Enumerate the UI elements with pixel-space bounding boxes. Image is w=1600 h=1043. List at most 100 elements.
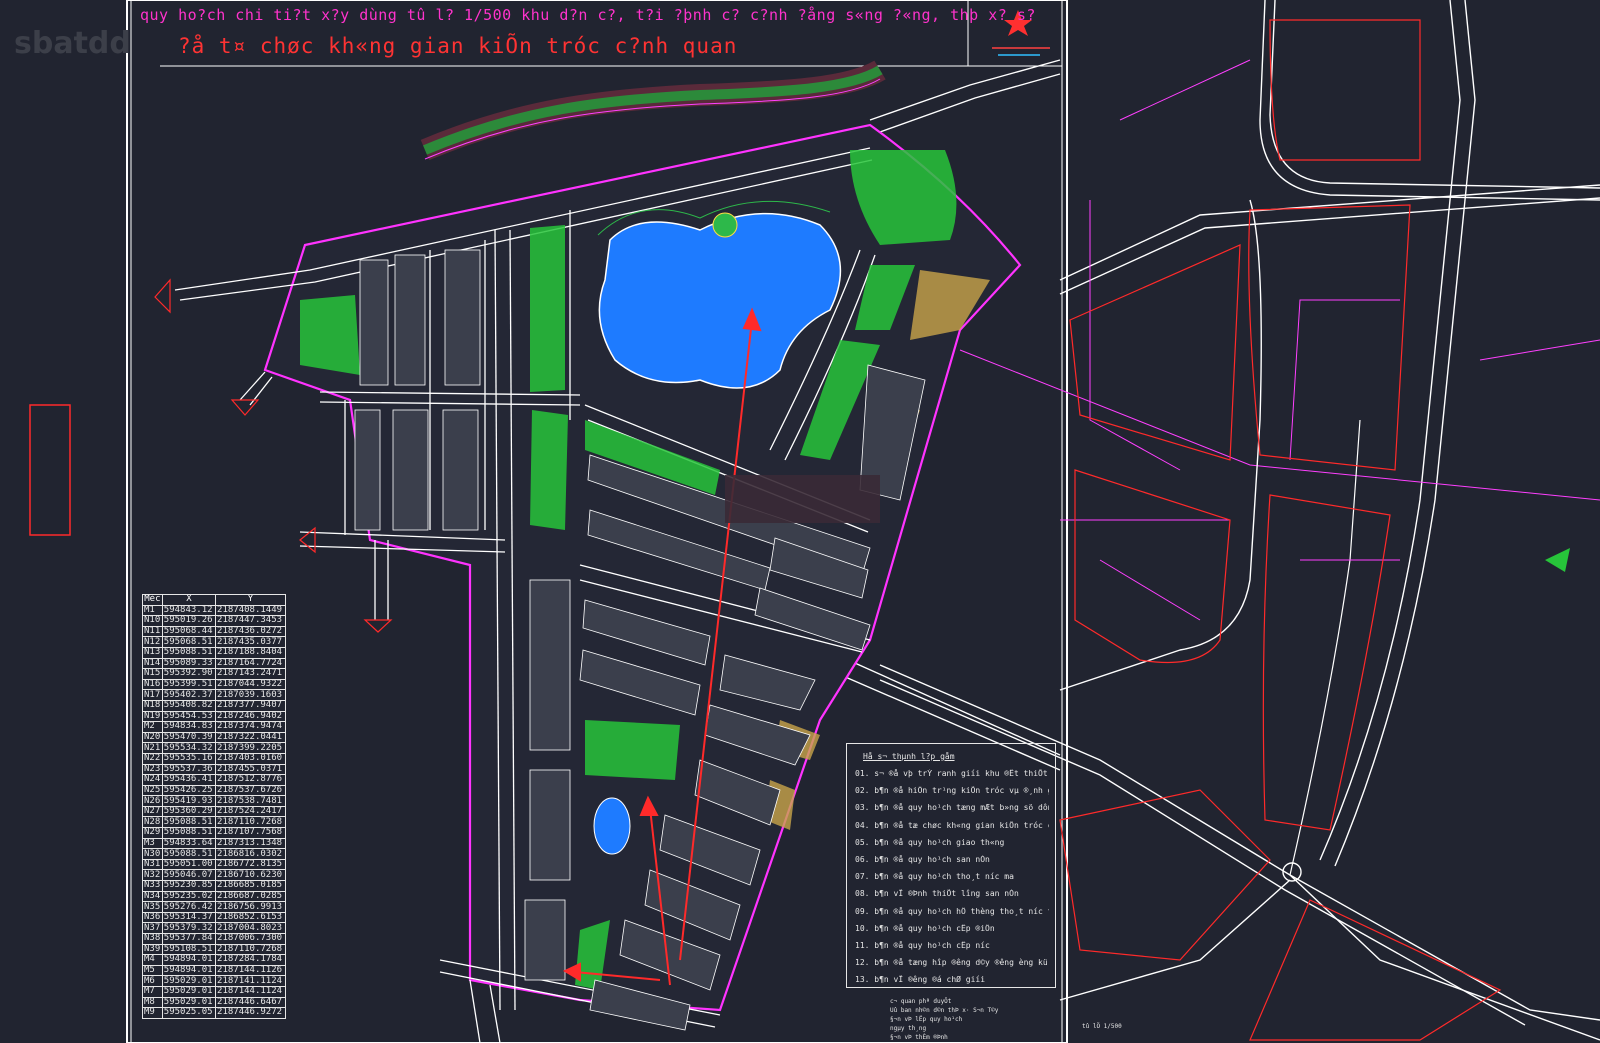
- cell-x: 595426.25: [161, 784, 217, 797]
- cell-mark: N34: [142, 890, 163, 903]
- cell-y: 2187144.1126: [215, 964, 286, 977]
- legend-title: Hå s¬ thµnh l?p gåm: [863, 752, 955, 761]
- cell-x: 595046.07: [161, 869, 217, 882]
- cell-y: 2187246.9402: [215, 710, 286, 723]
- cell-x: 595089.33: [161, 657, 217, 670]
- table-row: N12 595068.51 2187435.0377: [142, 636, 286, 648]
- cell-mark: N38: [142, 933, 163, 945]
- cell-x: 595051.00: [161, 858, 217, 871]
- cell-x: 595068.44: [161, 625, 217, 638]
- cad-drawing-canvas[interactable]: sbatdd quy ho?ch chi ti?t x?y dùng tû l?…: [0, 0, 1600, 1043]
- cell-y: 2186852.6153: [215, 911, 286, 924]
- table-row: N23 595537.36 2187455.0371: [142, 763, 286, 776]
- cell-x: 595537.36: [161, 763, 217, 776]
- cell-x: 595276.42: [161, 901, 217, 913]
- cell-mark: N25: [142, 784, 163, 797]
- coordinate-table-header: Mèc X Y: [142, 594, 286, 606]
- cell-x: 595230.85: [161, 880, 217, 892]
- cell-mark: N10: [142, 615, 163, 627]
- cell-x: 595379.32: [161, 922, 217, 934]
- stamp-line: §¬n vÞ lËp quy ho¹ch: [890, 1016, 963, 1023]
- table-row: M5 594894.01 2187144.1126: [142, 964, 286, 977]
- table-row: N17 595402.37 2187039.1603: [142, 689, 286, 701]
- cell-mark: N21: [142, 742, 163, 754]
- cell-y: 2187039.1603: [215, 689, 286, 701]
- table-row: N29 595088.51 2187107.7568: [142, 827, 286, 839]
- redacted-area: [725, 475, 880, 523]
- cell-x: 594834.83: [161, 721, 217, 733]
- col-header-x: X: [161, 594, 217, 606]
- cell-y: 2187143.2471: [215, 668, 286, 680]
- cell-x: 595454.53: [161, 710, 217, 723]
- cell-y: 2186816.0302: [215, 848, 286, 860]
- cell-mark: N15: [142, 668, 163, 680]
- cell-mark: N18: [142, 699, 163, 712]
- orientation-marker: [1545, 548, 1570, 572]
- cell-y: 2187377.9407: [215, 699, 286, 712]
- cell-mark: M3: [142, 837, 163, 850]
- table-row: N10 595019.26 2187447.3453: [142, 615, 286, 627]
- table-row: M2 594834.83 2187374.9474: [142, 721, 286, 733]
- table-row: N22 595535.16 2187403.0160: [142, 752, 286, 765]
- cell-y: 2187447.3453: [215, 615, 286, 627]
- cell-mark: N12: [142, 636, 163, 648]
- cell-y: 2187110.7268: [215, 816, 286, 829]
- cell-x: 595235.02: [161, 890, 217, 903]
- cell-x: 595377.84: [161, 933, 217, 945]
- cell-x: 595419.93: [161, 795, 217, 807]
- cell-mark: N37: [142, 922, 163, 934]
- red-rectangle-marker: [29, 404, 71, 536]
- cell-y: 2187538.7481: [215, 795, 286, 807]
- cell-x: 595408.82: [161, 699, 217, 712]
- cell-y: 2187144.1124: [215, 985, 286, 998]
- cell-y: 2187455.0371: [215, 763, 286, 776]
- table-row: N24 595436.41 2187512.8776: [142, 774, 286, 786]
- cell-mark: N14: [142, 657, 163, 670]
- table-row: N35 595276.42 2186756.9913: [142, 901, 286, 913]
- table-row: N31 595051.00 2186772.8135: [142, 858, 286, 871]
- stamp-line: §¬n vÞ thÈm ®Þnh: [890, 1034, 948, 1041]
- cell-x: 595029.01: [161, 975, 217, 987]
- table-row: N15 595392.90 2187143.2471: [142, 668, 286, 680]
- cell-mark: N29: [142, 827, 163, 839]
- cell-y: 2187435.0377: [215, 636, 286, 648]
- cell-y: 2187524.2417: [215, 805, 286, 818]
- cell-mark: M8: [142, 996, 163, 1009]
- table-row: M1 594843.12 2187408.1449: [142, 604, 286, 617]
- table-row: N34 595235.02 2186687.0285: [142, 890, 286, 903]
- legend-item: 11. b¶n ®å quy ho¹ch cÊp n­íc: [855, 940, 990, 950]
- cell-mark: N17: [142, 689, 163, 701]
- cell-mark: M5: [142, 964, 163, 977]
- col-header-y: Y: [215, 594, 286, 606]
- table-row: N11 595068.44 2187436.0272: [142, 625, 286, 638]
- cell-x: 595088.51: [161, 816, 217, 829]
- cell-x: 595436.41: [161, 774, 217, 786]
- cell-x: 595534.32: [161, 742, 217, 754]
- cell-x: 595088.51: [161, 827, 217, 839]
- table-row: M4 594894.01 2187284.1784: [142, 954, 286, 966]
- table-row: M6 595029.01 2187141.1124: [142, 975, 286, 987]
- cell-mark: N16: [142, 678, 163, 691]
- table-row: M7 595029.01 2187144.1124: [142, 985, 286, 998]
- table-row: N14 595089.33 2187164.7724: [142, 657, 286, 670]
- legend-item: 01. s¬ ®å vþ trÝ ranh giíi khu ®Êt thiÕt…: [855, 769, 1049, 778]
- table-row: N39 595108.51 2187110.7268: [142, 943, 286, 956]
- cell-mark: N13: [142, 646, 163, 659]
- small-pond: [593, 797, 631, 855]
- cell-y: 2187512.8776: [215, 774, 286, 786]
- cell-y: 2187322.0441: [215, 731, 286, 744]
- cell-y: 2187284.1784: [215, 954, 286, 966]
- table-row: N36 595314.37 2186852.6153: [142, 911, 286, 924]
- table-row: N13 595088.51 2187188.8404: [142, 646, 286, 659]
- drawing-subtitle: ?å t¤ chøc kh«ng gian kiÕn tróc c?nh qua…: [178, 34, 738, 58]
- legend-item: 13. b¶n vÏ ®­êng ®á chØ giíi: [855, 975, 986, 985]
- cell-y: 2187313.1348: [215, 837, 286, 850]
- table-row: N25 595426.25 2187537.6726: [142, 784, 286, 797]
- table-row: N28 595088.51 2187110.7268: [142, 816, 286, 829]
- cell-x: 595029.01: [161, 996, 217, 1009]
- cell-mark: N39: [142, 943, 163, 956]
- legend-item: 07. b¶n ®å quy ho¹ch tho¸t n­íc m­a: [855, 872, 1014, 882]
- cell-mark: N35: [142, 901, 163, 913]
- cell-mark: N11: [142, 625, 163, 638]
- cell-x: 595068.51: [161, 636, 217, 648]
